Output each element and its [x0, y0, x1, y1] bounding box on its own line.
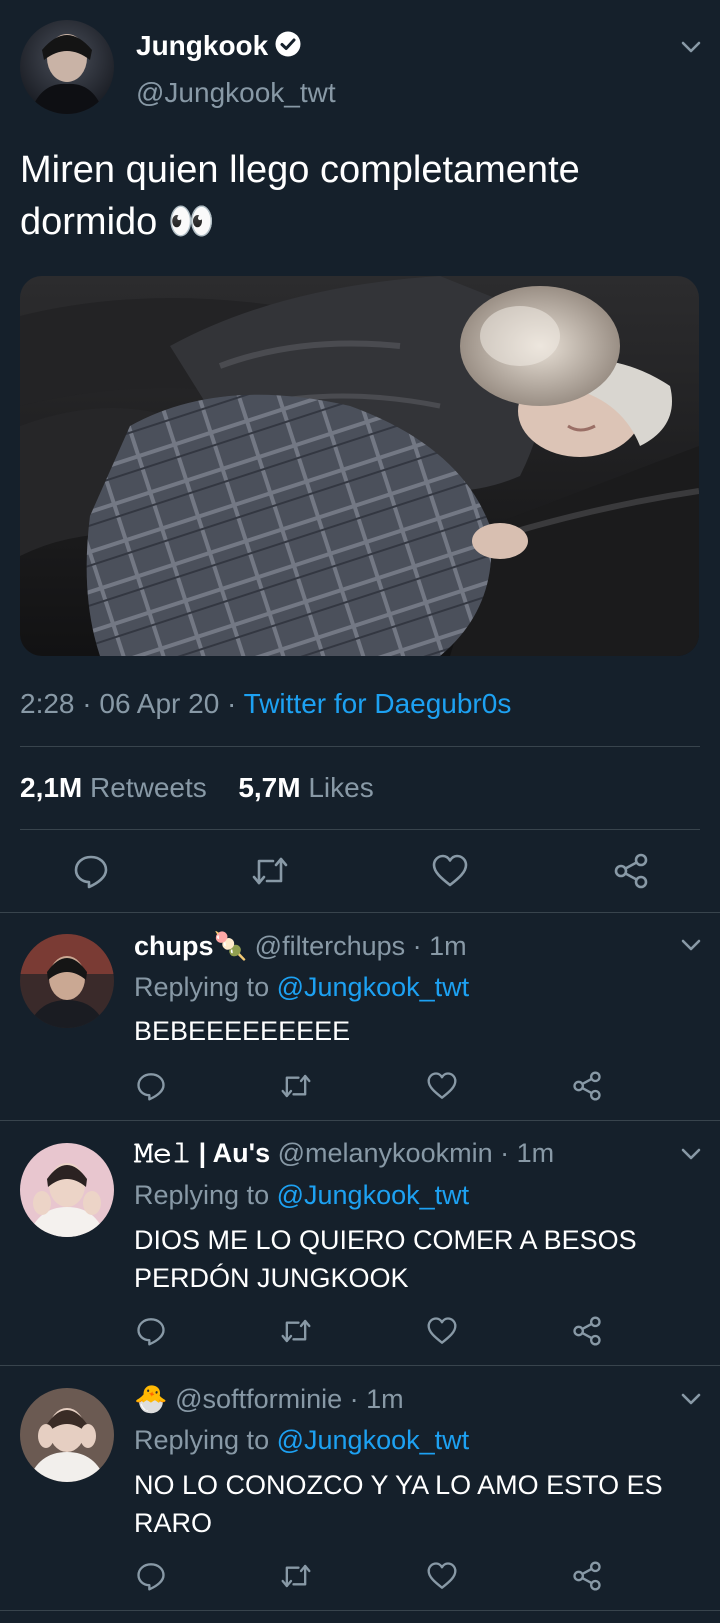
like-icon[interactable] [426, 1071, 458, 1101]
like-icon[interactable] [426, 1316, 458, 1346]
author-handle[interactable]: @Jungkook_twt [136, 77, 336, 109]
meta-separator: · [82, 688, 92, 719]
retweets-stat[interactable]: 2,1M Retweets [20, 772, 207, 803]
reply-header: chups🍡 @filterchups · 1m [134, 930, 467, 962]
reply-text-line: NO LO CONOZCO Y YA LO AMO ESTO ES [134, 1470, 663, 1500]
divider [0, 1610, 720, 1611]
reply-text-line: DIOS ME LO QUIERO COMER A BESOS [134, 1225, 637, 1255]
retweet-icon[interactable] [280, 1071, 312, 1101]
chevron-down-icon[interactable] [678, 1386, 704, 1412]
retweet-icon[interactable] [280, 1316, 312, 1346]
reply-display-name[interactable]: 𝙼𝚎𝚕 | Au's [134, 1138, 270, 1168]
divider [20, 829, 700, 830]
retweets-label: Retweets [90, 772, 207, 803]
share-icon[interactable] [572, 1071, 602, 1101]
retweet-icon[interactable] [251, 853, 289, 889]
replying-to-label: Replying to [134, 1180, 270, 1210]
reply-icon[interactable] [136, 1071, 166, 1101]
share-icon[interactable] [572, 1561, 602, 1591]
reply-time: · 1m [412, 931, 467, 961]
likes-label: Likes [308, 772, 374, 803]
retweet-icon[interactable] [280, 1561, 312, 1591]
replying-to-link[interactable]: @Jungkook_twt [277, 1180, 470, 1210]
chevron-down-icon[interactable] [678, 34, 704, 60]
replying-to: Replying to @Jungkook_twt [134, 1425, 469, 1456]
replying-to: Replying to @Jungkook_twt [134, 1180, 469, 1211]
reply-header: 𝙼𝚎𝚕 | Au's @melanykookmin · 1m [134, 1138, 554, 1170]
tweet-source-link[interactable]: Twitter for Daegubr0s [244, 688, 512, 719]
reply-time: · 1m [349, 1384, 404, 1414]
divider [0, 1120, 720, 1121]
author-avatar[interactable] [20, 20, 114, 114]
reply-text: NO LO CONOZCO Y YA LO AMO ESTO ES RARO [134, 1466, 663, 1542]
likes-stat[interactable]: 5,7M Likes [238, 772, 373, 803]
reply-display-name[interactable]: 🐣 [134, 1384, 168, 1414]
divider [20, 746, 700, 747]
like-icon[interactable] [426, 1561, 458, 1591]
retweets-count: 2,1M [20, 772, 83, 803]
reply-avatar[interactable] [20, 1388, 114, 1482]
replying-to-link[interactable]: @Jungkook_twt [277, 972, 470, 1002]
replying-to-link[interactable]: @Jungkook_twt [277, 1425, 470, 1455]
replying-to-label: Replying to [134, 972, 270, 1002]
chevron-down-icon[interactable] [678, 932, 704, 958]
reply-handle[interactable]: @filterchups [255, 931, 405, 961]
reply-avatar[interactable] [20, 934, 114, 1028]
likes-count: 5,7M [238, 772, 301, 803]
reply-time: · 1m [500, 1138, 555, 1168]
reply-avatar[interactable] [20, 1143, 114, 1237]
tweet-media-image[interactable] [20, 276, 699, 656]
share-icon[interactable] [613, 853, 649, 889]
reply-display-name[interactable]: chups🍡 [134, 931, 247, 961]
reply-text: DIOS ME LO QUIERO COMER A BESOS PERDÓN J… [134, 1221, 637, 1297]
replying-to-label: Replying to [134, 1425, 270, 1455]
engagement-stats: 2,1M Retweets 5,7M Likes [20, 772, 374, 804]
chevron-down-icon[interactable] [678, 1141, 704, 1167]
reply-text-line: RARO [134, 1508, 213, 1538]
reply-icon[interactable] [136, 1316, 166, 1346]
reply-text-line: BEBEEEEEEEEE [134, 1016, 351, 1046]
verified-badge-icon [274, 30, 302, 58]
tweet-metadata: 2:28 · 06 Apr 20 · Twitter for Daegubr0s [20, 688, 511, 720]
reply-handle[interactable]: @softforminie [175, 1384, 342, 1414]
reply-header: 🐣 @softforminie · 1m [134, 1383, 404, 1415]
reply-text-line: PERDÓN JUNGKOOK [134, 1263, 409, 1293]
tweet-text: Miren quien llego completamente dormido … [20, 144, 580, 248]
tweet-text-line: Miren quien llego completamente [20, 149, 580, 191]
author-display-name[interactable]: Jungkook [136, 30, 302, 62]
reply-text: BEBEEEEEEEEE [134, 1013, 350, 1049]
divider [0, 912, 720, 913]
reply-icon[interactable] [73, 853, 109, 889]
reply-icon[interactable] [136, 1561, 166, 1591]
tweet-time: 2:28 [20, 688, 75, 719]
tweet-text-line: dormido 👀 [20, 201, 216, 243]
like-icon[interactable] [431, 853, 469, 889]
divider [0, 1365, 720, 1366]
display-name-text: Jungkook [136, 30, 269, 61]
tweet-date: 06 Apr 20 [99, 688, 220, 719]
reply-handle[interactable]: @melanykookmin [278, 1138, 493, 1168]
meta-separator: · [227, 688, 237, 719]
share-icon[interactable] [572, 1316, 602, 1346]
replying-to: Replying to @Jungkook_twt [134, 972, 469, 1003]
